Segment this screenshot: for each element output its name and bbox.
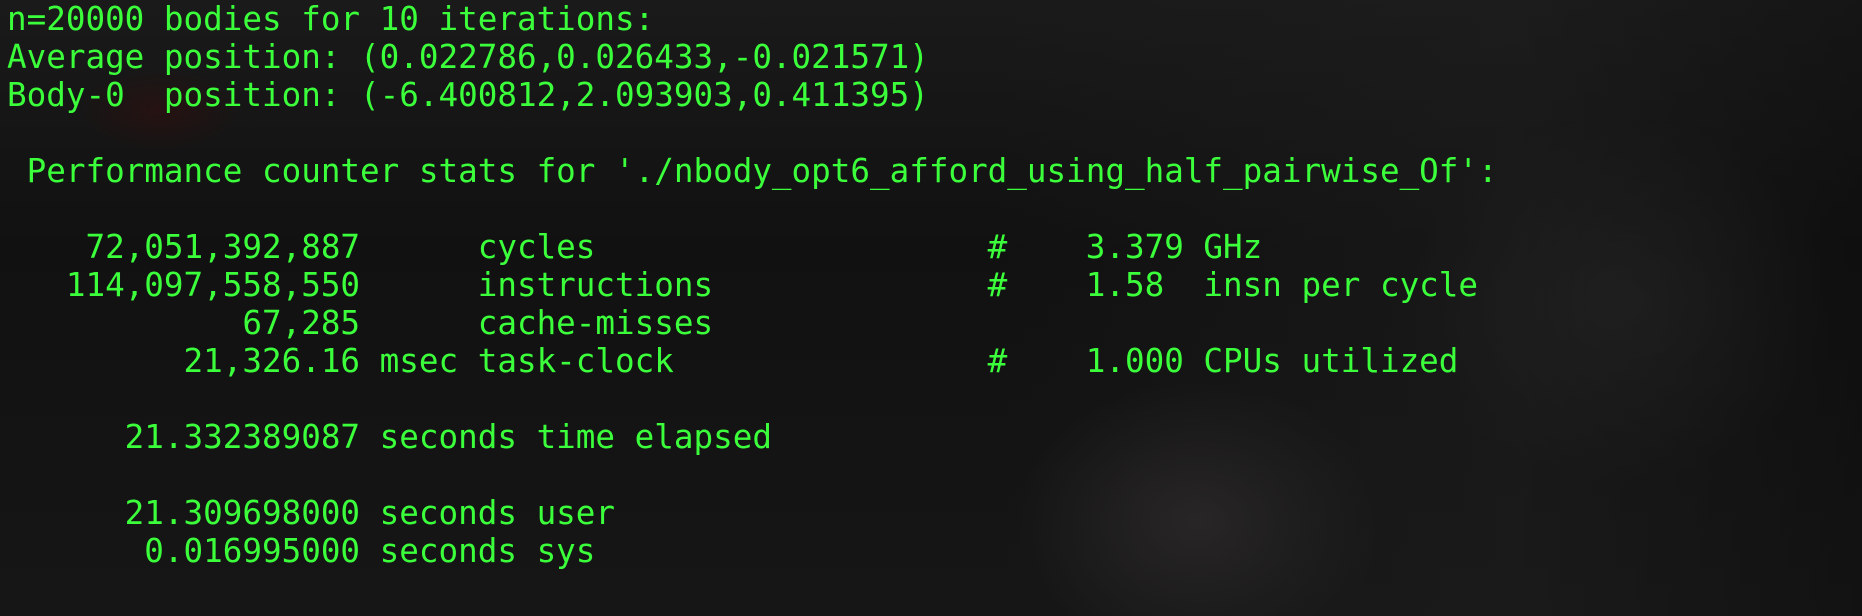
- perf-stats-title: Performance counter stats for './nbody_o…: [7, 152, 1498, 190]
- output-line-average-position: Average position: (0.022786,0.026433,-0.…: [7, 38, 929, 76]
- output-line-body0-position: Body-0 position: (-6.400812,2.093903,0.4…: [7, 76, 929, 114]
- perf-row-instructions: 114,097,558,550 instructions # 1.58 insn…: [7, 266, 1479, 304]
- perf-row-task-clock: 21,326.16 msec task-clock # 1.000 CPUs u…: [7, 342, 1459, 380]
- perf-row-cycles: 72,051,392,887 cycles # 3.379 GHz: [7, 228, 1263, 266]
- terminal-output: n=20000 bodies for 10 iterations: Average…: [7, 0, 1498, 570]
- perf-time-elapsed: 21.332389087 seconds time elapsed: [7, 418, 772, 456]
- perf-row-cache-misses: 67,285 cache-misses: [7, 304, 714, 342]
- perf-time-sys: 0.016995000 seconds sys: [7, 532, 596, 570]
- output-line-header: n=20000 bodies for 10 iterations:: [7, 0, 655, 38]
- perf-time-user: 21.309698000 seconds user: [7, 494, 616, 532]
